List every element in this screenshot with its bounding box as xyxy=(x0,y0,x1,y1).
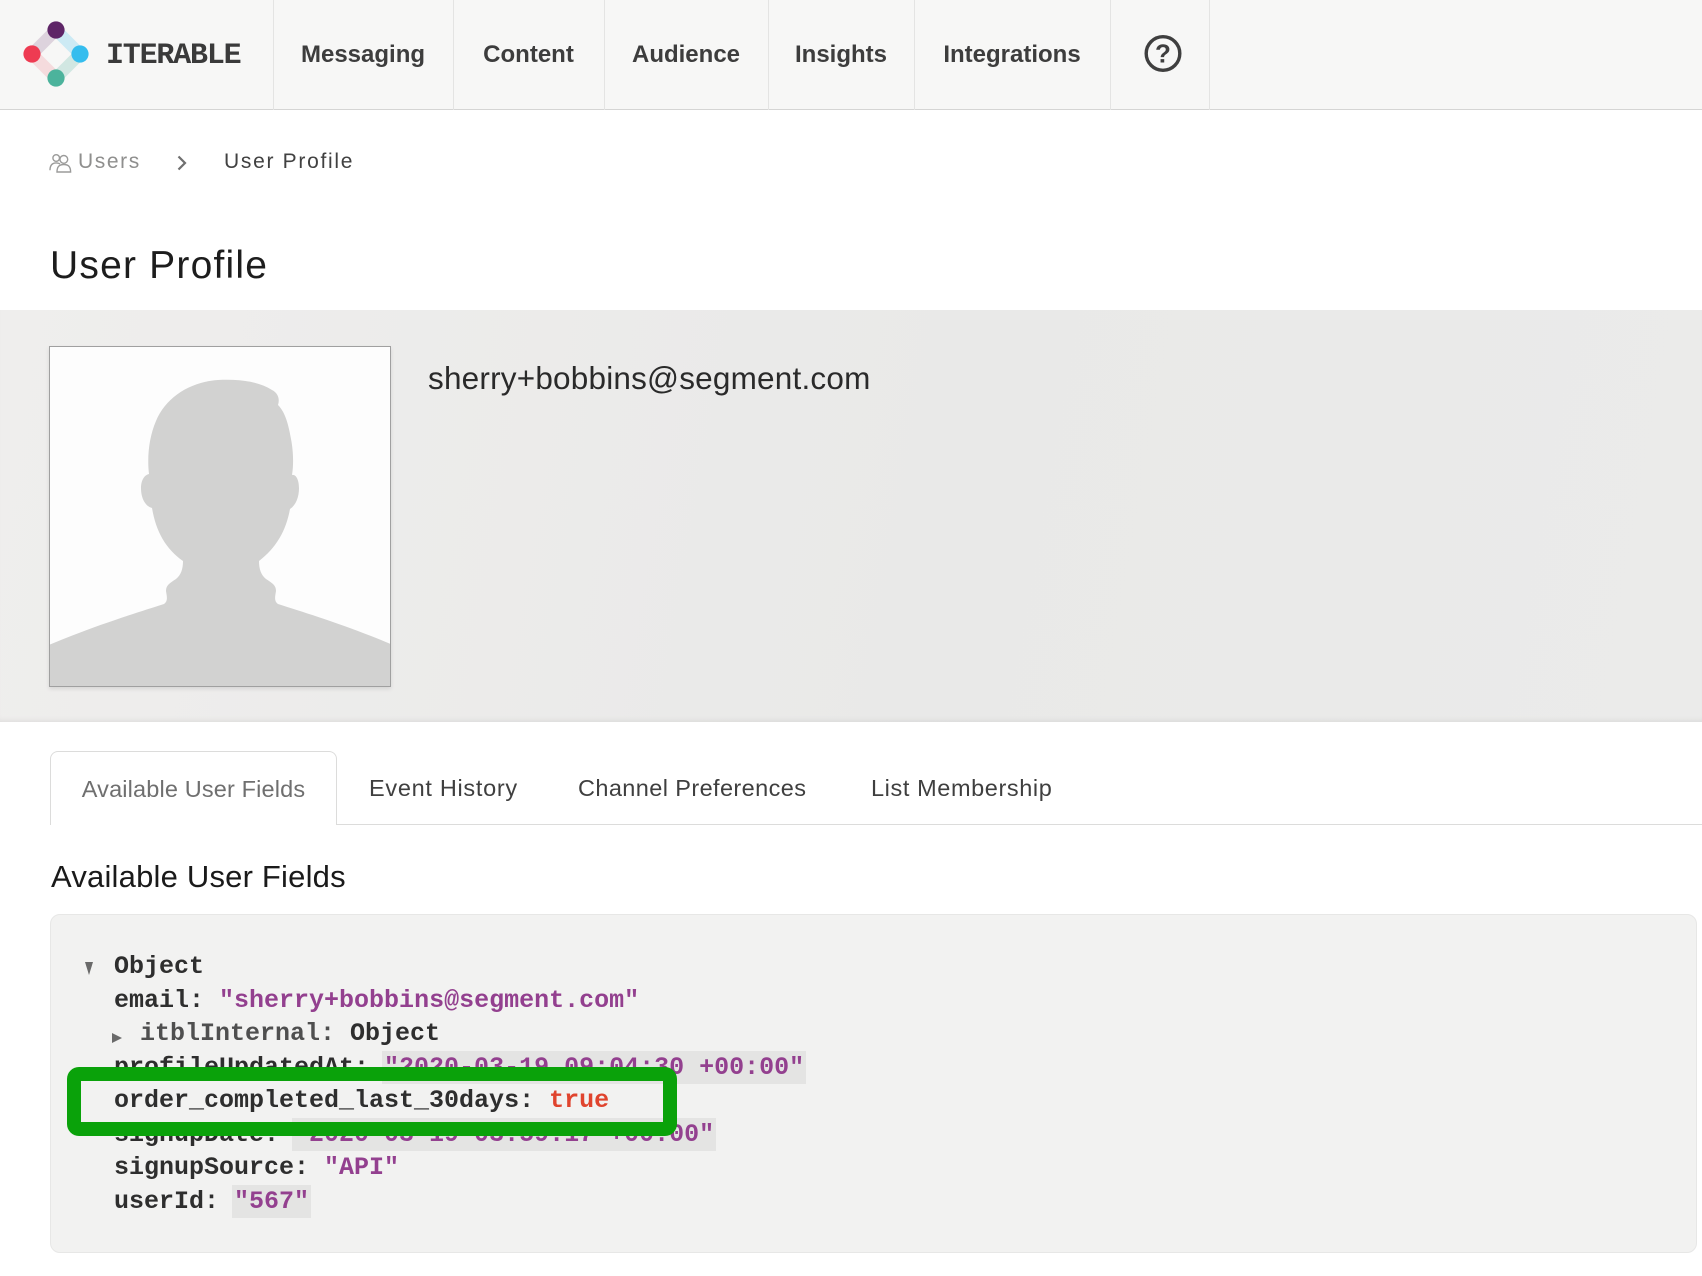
svg-text:?: ? xyxy=(1155,39,1171,69)
